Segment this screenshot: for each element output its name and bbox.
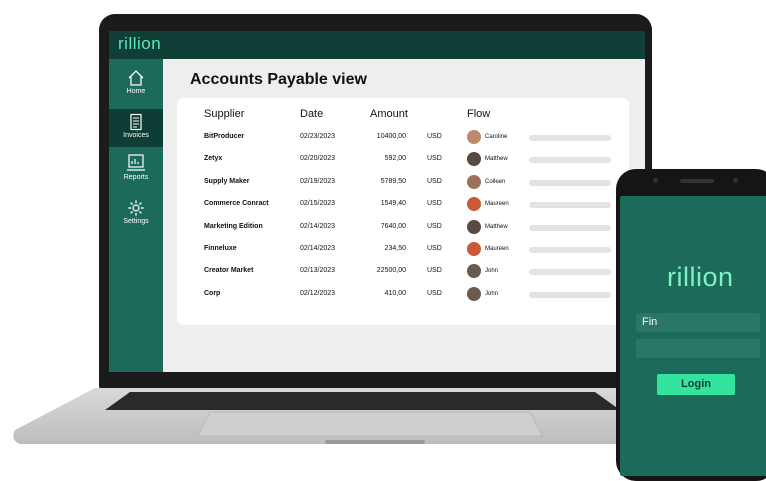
assignee-name: Caroline: [485, 134, 508, 140]
brand-logo: rillion: [118, 34, 162, 53]
invoice-table: Supplier Date Amount Flow BitProducer 02/…: [177, 98, 629, 325]
date-cell: 02/14/2023: [300, 222, 336, 230]
supplier-cell: Supply Maker: [204, 177, 250, 185]
table-row[interactable]: Commerce Conract 02/15/2023 1549,40 USD Maur…: [177, 195, 629, 217]
home-icon: [128, 70, 144, 86]
sidebar-item-invoices[interactable]: Invoices: [109, 109, 163, 147]
amount-cell: 410,00: [384, 289, 406, 297]
flow-progress-bar: [529, 269, 611, 276]
sidebar-item-label: Invoices: [123, 132, 149, 139]
date-cell: 02/15/2023: [300, 200, 336, 208]
date-cell: 02/19/2023: [300, 177, 336, 185]
date-cell: 02/13/2023: [300, 267, 336, 275]
supplier-cell: BitProducer: [204, 133, 245, 140]
phone-screen: rillion Login: [620, 196, 766, 476]
amount-cell: 10400,00: [376, 133, 406, 140]
table-row[interactable]: Marketing Edition 02/14/2023 7640,00 USD Mat…: [177, 218, 629, 240]
amount-cell: 234,50: [384, 245, 406, 252]
assignee-name: Matthew: [485, 156, 508, 163]
sidebar-item-label: Home: [126, 88, 146, 95]
column-header-date[interactable]: Date: [300, 108, 323, 120]
flow-progress-bar: [529, 224, 611, 231]
supplier-cell: Zetyx: [204, 155, 223, 163]
currency-cell: USD: [427, 245, 442, 252]
page-title: Accounts Payable view: [190, 71, 367, 88]
flow-progress-bar: [529, 291, 611, 298]
column-header-supplier[interactable]: Supplier: [204, 108, 244, 120]
amount-cell: 7640,00: [380, 222, 406, 230]
table-row[interactable]: Zetyx 02/20/2023 592,00 USD Matthew: [177, 150, 629, 172]
flow-progress-bar: [529, 247, 611, 253]
assignee-name: Maureen: [485, 201, 509, 208]
column-header-flow[interactable]: Flow: [467, 108, 490, 120]
laptop-base: [13, 388, 707, 444]
password-input[interactable]: [636, 339, 760, 358]
table-row[interactable]: BitProducer 02/23/2023 10400,00 USD Caroline: [177, 128, 629, 150]
reports-icon: [127, 154, 145, 171]
currency-cell: USD: [427, 133, 442, 140]
invoice-icon: [130, 113, 142, 131]
sidebar-item-settings[interactable]: Settings: [109, 199, 163, 235]
amount-cell: 22500,00: [376, 267, 406, 275]
settings-gear-icon: [128, 200, 144, 216]
phone-sensor: [733, 178, 738, 183]
sidebar-item-label: Settings: [123, 218, 149, 225]
table-row[interactable]: Supply Maker 02/19/2023 5789,50 USD Colleen: [177, 173, 629, 195]
phone-brand-logo: rillion: [667, 262, 734, 292]
phone-speaker: [680, 179, 714, 183]
flow-progress-bar: [529, 202, 611, 209]
flow-progress-bar: [529, 179, 611, 186]
date-cell: 02/14/2023: [300, 245, 336, 252]
supplier-cell: Commerce Conract: [204, 200, 269, 208]
avatar: [467, 286, 481, 301]
assignee-name: Matthew: [485, 223, 508, 230]
app-header: rillion: [109, 31, 645, 59]
sidebar: Home Invoices Reports Settings: [109, 59, 163, 372]
column-header-amount[interactable]: Amount: [370, 108, 408, 120]
sidebar-item-home[interactable]: Home: [109, 69, 163, 105]
avatar: [467, 264, 481, 279]
flow-progress-bar: [529, 157, 611, 164]
avatar: [467, 219, 481, 234]
amount-cell: 592,00: [384, 155, 406, 163]
avatar: [467, 197, 481, 212]
date-cell: 02/12/2023: [300, 289, 336, 297]
currency-cell: USD: [427, 289, 442, 297]
date-cell: 02/20/2023: [300, 155, 336, 163]
amount-cell: 1549,40: [380, 200, 406, 208]
supplier-cell: Marketing Edition: [204, 222, 263, 230]
laptop-screen: rillion Home Invoices Reports Settings A…: [109, 31, 645, 372]
username-input[interactable]: [636, 313, 760, 332]
currency-cell: USD: [427, 200, 442, 208]
supplier-cell: Corp: [204, 289, 221, 297]
date-cell: 02/23/2023: [300, 133, 336, 140]
avatar: [467, 174, 481, 189]
table-row[interactable]: Finneluxe 02/14/2023 234,50 USD Maureen: [177, 240, 629, 262]
currency-cell: USD: [427, 177, 442, 185]
avatar: [467, 242, 481, 256]
table-row[interactable]: Corp 02/12/2023 410,00 USD John: [177, 285, 629, 307]
avatar: [467, 130, 481, 144]
flow-progress-bar: [529, 135, 611, 141]
supplier-cell: Creator Market: [204, 267, 254, 275]
assignee-name: Maureen: [485, 246, 509, 252]
avatar: [467, 152, 481, 167]
currency-cell: USD: [427, 267, 442, 275]
phone-camera: [653, 178, 658, 183]
amount-cell: 5789,50: [380, 177, 406, 185]
sidebar-item-reports[interactable]: Reports: [109, 153, 163, 193]
table-row[interactable]: Creator Market 02/13/2023 22500,00 USD John: [177, 262, 629, 284]
assignee-name: Colleen: [485, 178, 506, 185]
currency-cell: USD: [427, 222, 442, 230]
currency-cell: USD: [427, 155, 442, 163]
supplier-cell: Finneluxe: [204, 245, 237, 252]
assignee-name: John: [485, 268, 499, 275]
sidebar-item-label: Reports: [123, 174, 149, 181]
assignee-name: John: [485, 290, 499, 297]
login-button[interactable]: Login: [657, 374, 735, 395]
